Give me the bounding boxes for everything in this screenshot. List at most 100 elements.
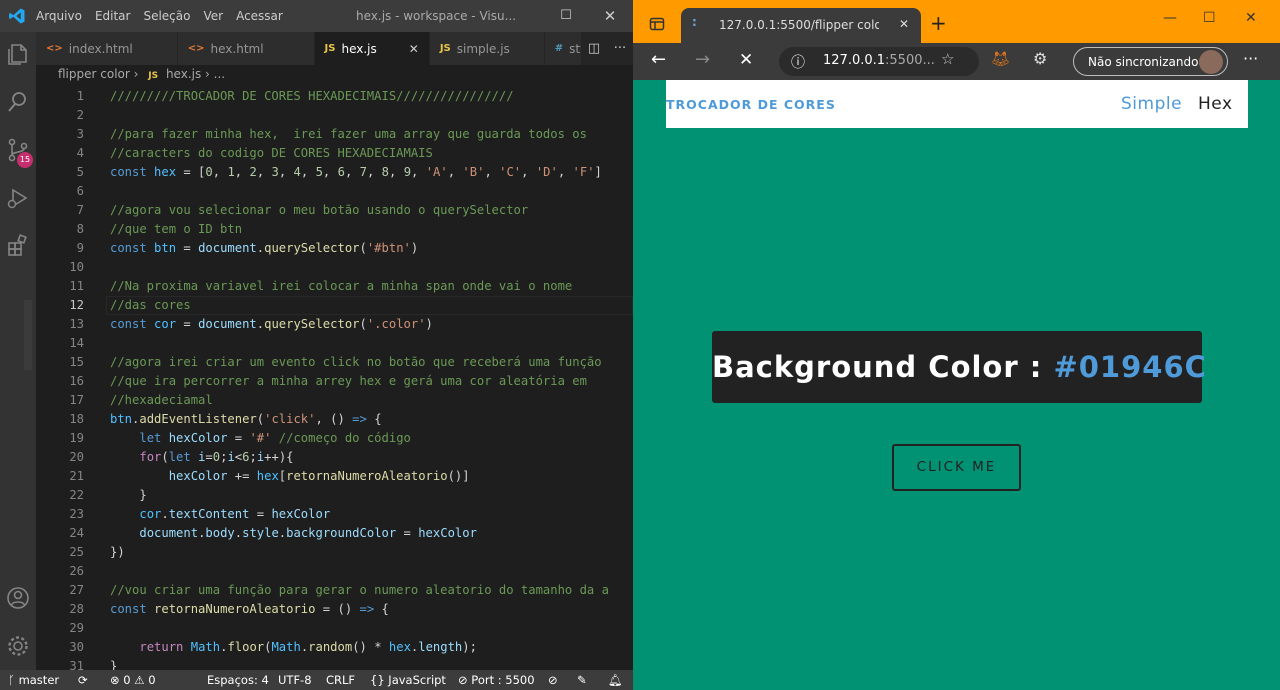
line-number: 11 (69, 279, 84, 293)
nav-link-simple[interactable]: Simple (1121, 94, 1182, 114)
line-number: 26 (69, 564, 84, 578)
browser-tab[interactable]: : 127.0.0.1:5500/flipper color/inde ✕ (681, 8, 921, 43)
minimize-icon[interactable]: — (1163, 10, 1177, 26)
extensions-icon[interactable] (4, 232, 32, 260)
menu-selecao[interactable]: Seleção (143, 9, 190, 23)
menu-ver[interactable]: Ver (203, 9, 223, 23)
code-line[interactable]: 24 document.body.style.backgroundColor =… (36, 524, 633, 543)
code-line[interactable]: 31} (36, 657, 633, 670)
vscode-titlebar: Arquivo Editar Seleção Ver Acessar hex.j… (0, 0, 633, 32)
extensions-puzzle-icon[interactable]: ⚙ (1033, 49, 1047, 68)
code-editor[interactable]: 1 /////////TROCADOR DE CORES HEXADECIMAIS… (36, 87, 633, 670)
menu-arquivo[interactable]: Arquivo (36, 9, 82, 23)
code-line[interactable]: 15 //agora irei criar um evento click no … (36, 353, 633, 372)
encoding-status[interactable]: UTF-8 (278, 673, 312, 687)
code-line[interactable]: 14 (36, 334, 633, 353)
tab-simple-js[interactable]: JS simple.js (429, 32, 545, 65)
line-number: 12 (69, 298, 84, 312)
settings-gear-icon[interactable] (4, 632, 32, 660)
no-bracket-icon[interactable]: ⊘ (548, 673, 558, 687)
maximize-icon[interactable]: ☐ (1203, 10, 1216, 26)
tab-close-icon[interactable]: ✕ (899, 17, 909, 31)
indentation-status[interactable]: Espaços: 4 (207, 673, 269, 687)
code-line[interactable]: 27 //vou criar uma função para gerar o nu… (36, 581, 633, 600)
code-line[interactable]: 12 //das cores (36, 296, 633, 315)
code-line[interactable]: 19 let hexColor = '#' //começo do código (36, 429, 633, 448)
profile-sync-button[interactable]: Não sincronizando (1073, 47, 1228, 76)
editor-scrollbar[interactable] (24, 300, 32, 370)
search-icon[interactable] (4, 88, 32, 116)
forward-arrow-icon[interactable]: → (695, 49, 710, 70)
code-line[interactable]: 9 const btn = document.querySelector('#bt… (36, 239, 633, 258)
code-line[interactable]: 29 (36, 619, 633, 638)
run-debug-icon[interactable] (4, 184, 32, 212)
code-line[interactable]: 30 return Math.floor(Math.random() * hex… (36, 638, 633, 657)
code-line[interactable]: 28 const retornaNumeroAleatorio = () => { (36, 600, 633, 619)
code-line[interactable]: 20 for(let i=0;i<6;i++){ (36, 448, 633, 467)
breadcrumb-file[interactable]: hex.js (166, 67, 201, 81)
warning-count: 0 (148, 673, 156, 687)
code-line[interactable]: 11 //Na proxima variavel irei colocar a m… (36, 277, 633, 296)
notifications-bell-icon[interactable]: 🔔︎ (608, 673, 623, 687)
tab-hex-js[interactable]: JS hex.js ✕ (314, 32, 430, 65)
code-line[interactable]: 26 (36, 562, 633, 581)
accounts-icon[interactable] (4, 584, 32, 612)
more-menu-icon[interactable]: ··· (1243, 49, 1258, 68)
code-line[interactable]: 8 //que tem o ID btn (36, 220, 633, 239)
branch-status[interactable]: ᚴ master (8, 673, 59, 687)
breadcrumb-folder[interactable]: flipper color (58, 67, 130, 81)
code-line[interactable]: 1 /////////TROCADOR DE CORES HEXADECIMAIS… (36, 87, 633, 106)
feedback-icon[interactable]: ✎ (577, 673, 587, 687)
favorites-star-icon[interactable]: ☆ (941, 50, 954, 68)
live-server-status[interactable]: ⊘ Port : 5500 (458, 673, 535, 687)
site-brand[interactable]: TROCADOR DE CORES (666, 97, 836, 112)
code-line[interactable]: 4 //caracters do codigo DE CORES HEXADECI… (36, 144, 633, 163)
more-actions-icon[interactable]: ··· (614, 41, 626, 56)
menu-acessar[interactable]: Acessar (236, 9, 283, 23)
code-line[interactable]: 10 (36, 258, 633, 277)
code-line[interactable]: 5 const hex = [0, 1, 2, 3, 4, 5, 6, 7, 8,… (36, 163, 633, 182)
code-line[interactable]: 17 //hexadeciamal (36, 391, 633, 410)
split-editor-icon[interactable]: ◫ (588, 41, 600, 56)
nav-link-hex[interactable]: Hex (1198, 94, 1233, 114)
line-number: 22 (69, 488, 84, 502)
code-line[interactable]: 6 (36, 182, 633, 201)
stop-loading-icon[interactable]: ✕ (739, 50, 753, 70)
new-tab-icon[interactable]: + (930, 11, 947, 35)
back-arrow-icon[interactable]: ← (651, 49, 666, 70)
site-navbar: TROCADOR DE CORES Simple Hex (666, 80, 1248, 128)
line-number: 5 (76, 165, 84, 179)
problems-status[interactable]: ⊗ 0 ⚠ 0 (110, 673, 156, 687)
click-me-button[interactable]: CLICK ME (892, 444, 1021, 491)
line-number: 14 (69, 336, 84, 350)
code-line[interactable]: 18 btn.addEventListener('click', () => { (36, 410, 633, 429)
code-line[interactable]: 3 //para fazer minha hex, irei fazer uma … (36, 125, 633, 144)
page-viewport: TROCADOR DE CORES Simple Hex Background … (633, 80, 1280, 690)
language-status[interactable]: {} JavaScript (370, 673, 446, 687)
code-line[interactable]: 16 //que ira percorrer a minha arrey hex … (36, 372, 633, 391)
tab-actions-icon[interactable] (649, 16, 665, 32)
metamask-fox-icon[interactable]: 🦊︎ (991, 50, 1010, 68)
line-number: 4 (76, 146, 84, 160)
code-line[interactable]: 13 const cor = document.querySelector('.c… (36, 315, 633, 334)
background-color-value: #01946C (1053, 350, 1207, 384)
tab-hex-html[interactable]: <> hex.html (177, 32, 315, 65)
sync-icon[interactable]: ⟳ (78, 673, 88, 687)
eol-status[interactable]: CRLF (326, 673, 355, 687)
code-line[interactable]: 2 (36, 106, 633, 125)
menu-editar[interactable]: Editar (95, 9, 131, 23)
info-icon[interactable]: ⓘ (791, 52, 805, 72)
code-line[interactable]: 23 cor.textContent = hexColor (36, 505, 633, 524)
sync-status-label: Não sincronizando (1088, 55, 1199, 69)
code-line[interactable]: 21 hexColor += hex[retornaNumeroAleatori… (36, 467, 633, 486)
close-icon[interactable]: ✕ (1245, 10, 1257, 26)
maximize-icon[interactable]: ☐ (546, 0, 586, 32)
explorer-icon[interactable] (4, 40, 32, 68)
language-name: JavaScript (388, 673, 446, 687)
close-icon[interactable]: ✕ (590, 0, 630, 32)
tab-index-html[interactable]: <> index.html (36, 32, 178, 65)
tab-close-icon[interactable]: ✕ (409, 42, 419, 56)
code-line[interactable]: 25}) (36, 543, 633, 562)
code-line[interactable]: 7 //agora vou selecionar o meu botão usan… (36, 201, 633, 220)
code-line[interactable]: 22 } (36, 486, 633, 505)
